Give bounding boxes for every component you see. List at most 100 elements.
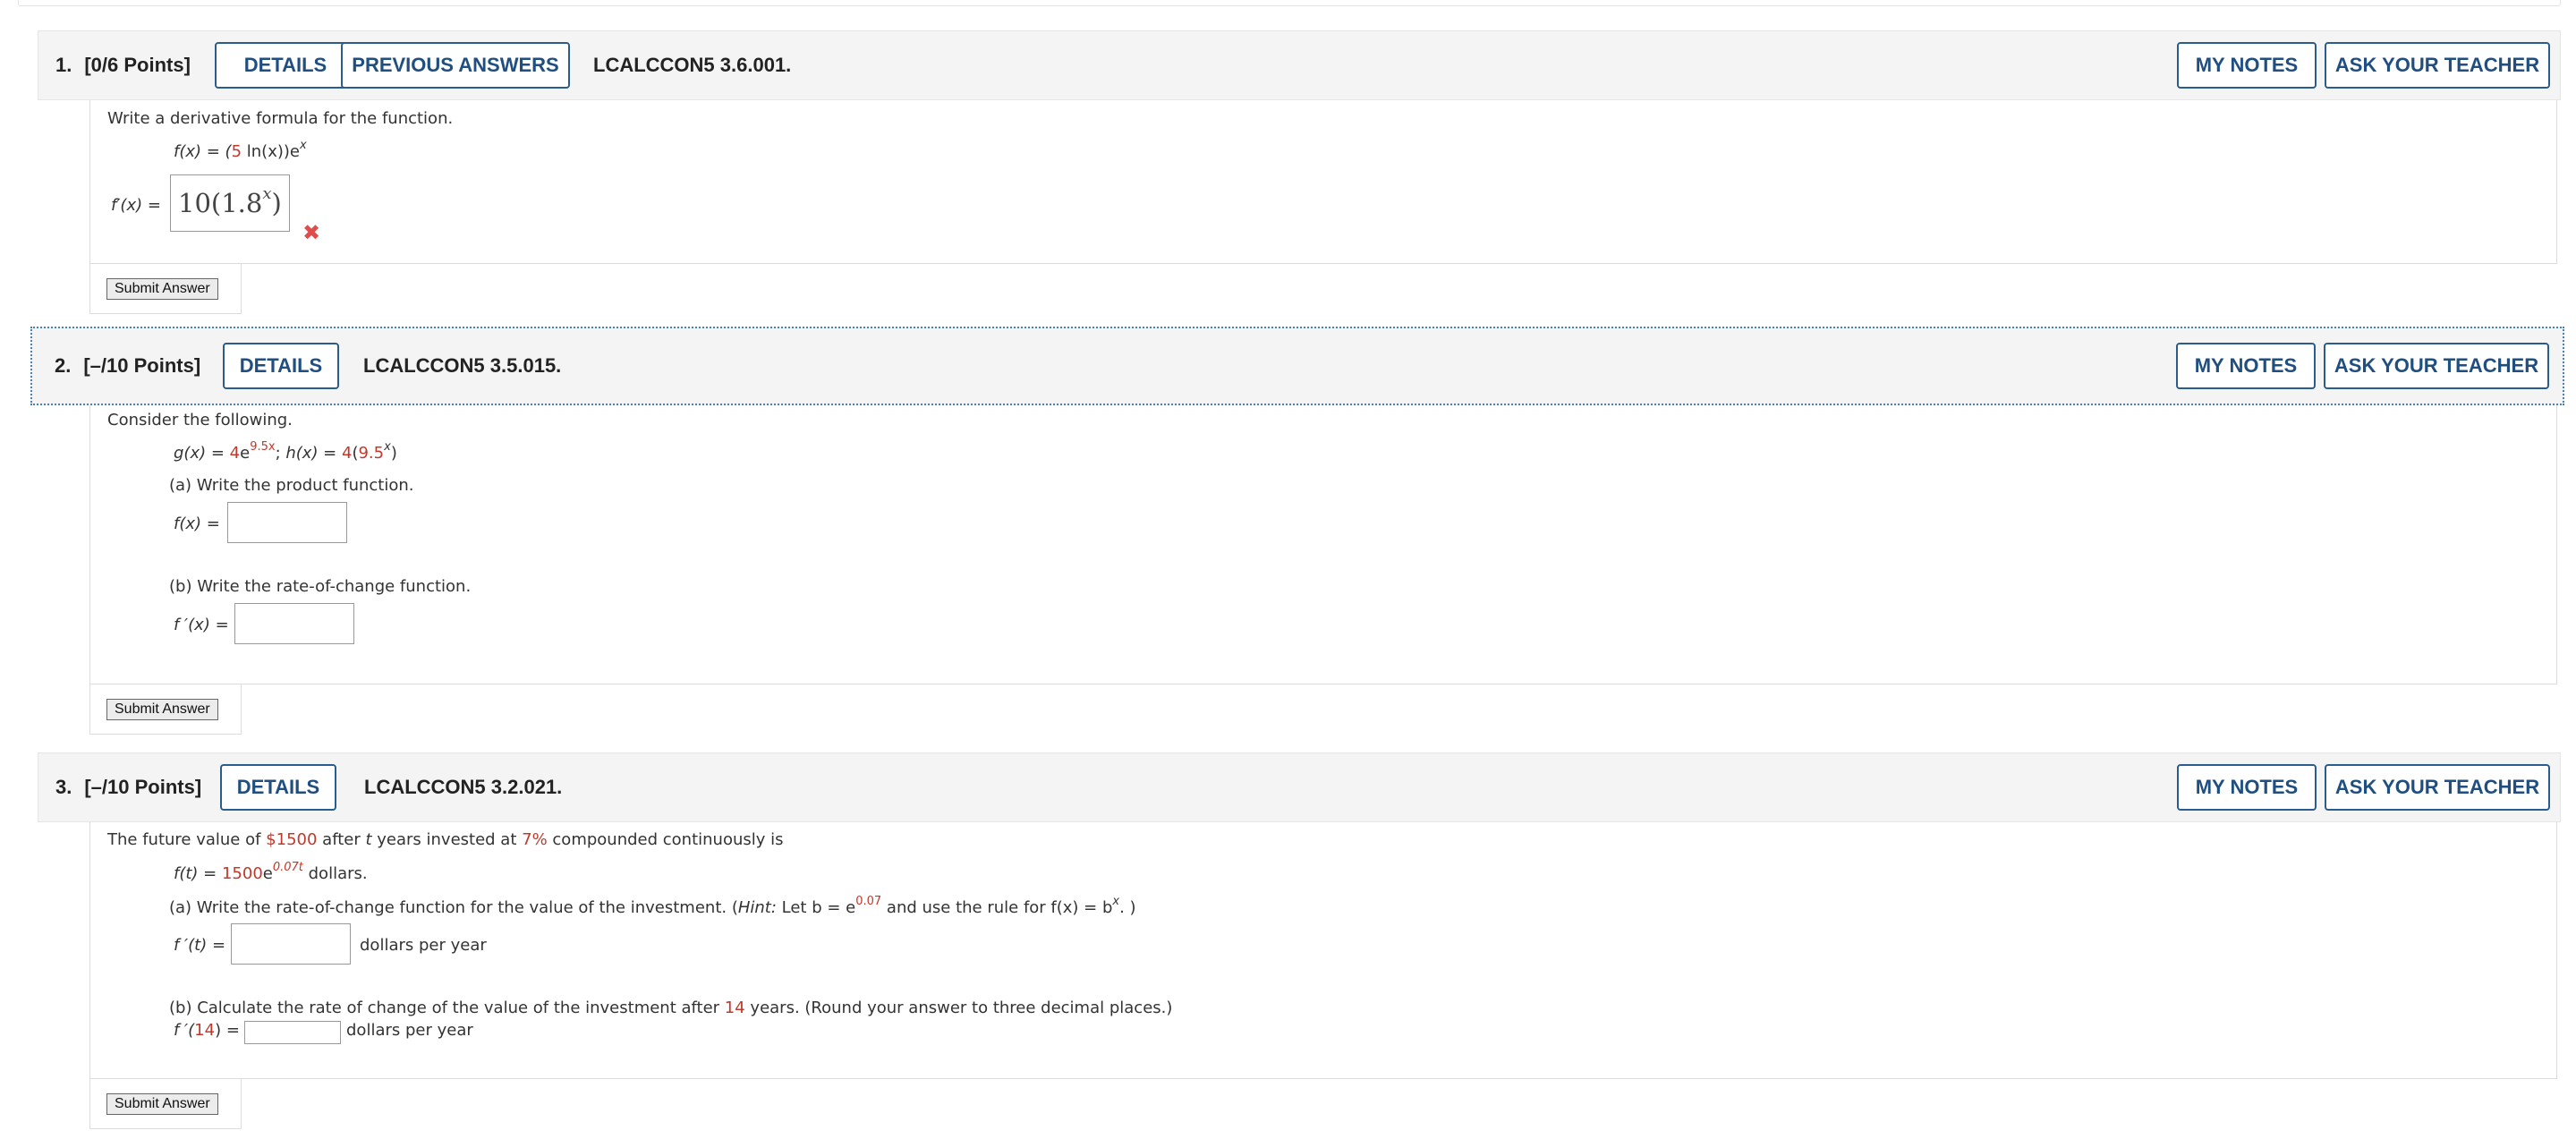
- part-b-label-text: ) =: [215, 1021, 240, 1040]
- question-3-number: 3. [–/10 Points]: [55, 753, 201, 821]
- part-b-prompt: (b) Calculate the rate of change of the …: [169, 999, 1172, 1017]
- amount-value: $1500: [266, 830, 318, 849]
- submit-area: Submit Answer: [89, 264, 242, 314]
- question-code: LCALCCON5 3.5.015.: [363, 354, 562, 377]
- question-2-body: Consider the following. g(x) = 4e9.5x; h…: [89, 405, 2557, 684]
- part-b-input[interactable]: [234, 603, 354, 644]
- part-a-text: (a) Write the rate-of-change function fo…: [169, 898, 738, 917]
- details-button[interactable]: DETAILS: [220, 764, 336, 811]
- previous-section-edge: [18, 0, 2561, 6]
- question-3-body: The future value of $1500 after t years …: [89, 822, 2557, 1079]
- answer-value: 10(1.8: [178, 188, 263, 218]
- prompt-part: after: [317, 830, 366, 849]
- g-base: e: [240, 444, 251, 463]
- answer-close: ): [271, 188, 282, 218]
- details-button[interactable]: DETAILS: [215, 42, 356, 89]
- submit-answer-button[interactable]: Submit Answer: [106, 699, 218, 720]
- hint-exponent: 0.07: [855, 895, 882, 908]
- part-a-units: dollars per year: [360, 936, 487, 955]
- func-exponent: x: [299, 139, 307, 152]
- years-value: 14: [724, 999, 745, 1017]
- details-button[interactable]: DETAILS: [223, 343, 339, 389]
- submit-answer-button[interactable]: Submit Answer: [106, 278, 218, 300]
- h-base: 9.5: [358, 444, 385, 463]
- my-notes-button[interactable]: MY NOTES: [2177, 764, 2317, 811]
- part-a-text: . ): [1119, 898, 1136, 917]
- question-points: [–/10 Points]: [83, 354, 201, 377]
- my-notes-button[interactable]: MY NOTES: [2176, 343, 2316, 389]
- ask-your-teacher-button[interactable]: ASK YOUR TEACHER: [2325, 764, 2550, 811]
- question-2-number: 2. [–/10 Points]: [55, 328, 200, 404]
- part-b-input[interactable]: [244, 1021, 341, 1044]
- f-coefficient: 1500: [221, 864, 263, 883]
- f-base: e: [262, 864, 273, 883]
- f-lhs: f(t) =: [174, 864, 222, 883]
- part-a-text: and use the rule for f(x) = b: [881, 898, 1113, 917]
- function-definitions: g(x) = 4e9.5x; h(x) = 4(9.5x): [174, 441, 397, 463]
- h-coefficient: 4: [342, 444, 353, 463]
- prompt-part: The future value of: [107, 830, 267, 849]
- part-a-label: f ′(t) =: [174, 936, 225, 955]
- part-b-label: f ′(x) =: [174, 616, 229, 634]
- question-2-header: 2. [–/10 Points] DETAILS LCALCCON5 3.5.0…: [30, 327, 2564, 405]
- question-prompt: The future value of $1500 after t years …: [107, 830, 784, 849]
- question-number: 2.: [55, 354, 72, 377]
- function-definition: f(t) = 1500e0.07t dollars.: [174, 862, 368, 883]
- question-1-header: 1. [0/6 Points] DETAILS PREVIOUS ANSWERS…: [38, 30, 2561, 100]
- question-number: 3.: [55, 776, 72, 798]
- function-definition: f(x) = (5 ln(x))ex: [174, 139, 307, 161]
- question-code: LCALCCON5 3.6.001.: [593, 54, 792, 76]
- func-mid: ln(x))e: [242, 142, 300, 161]
- part-b-label-text: f ′(: [174, 1021, 195, 1040]
- part-a-prompt: (a) Write the rate-of-change function fo…: [169, 895, 1136, 917]
- g-coefficient: 4: [229, 444, 241, 463]
- part-b-label-text: f ′(x) =: [174, 616, 229, 634]
- prompt-part: years invested at: [371, 830, 523, 849]
- separator: ;: [275, 444, 286, 463]
- previous-answers-button[interactable]: PREVIOUS ANSWERS: [341, 42, 570, 89]
- hint-word: Hint:: [737, 898, 777, 917]
- submit-area: Submit Answer: [89, 684, 242, 735]
- question-code: LCALCCON5 3.2.021.: [364, 776, 563, 798]
- answer-label-text: f′(x) =: [111, 196, 161, 215]
- part-a-prompt: (a) Write the product function.: [169, 476, 414, 495]
- part-b-label: f ′(14) =: [174, 1021, 240, 1040]
- submit-area: Submit Answer: [89, 1079, 242, 1129]
- ask-your-teacher-button[interactable]: ASK YOUR TEACHER: [2325, 42, 2550, 89]
- rate-value: 7%: [522, 830, 548, 849]
- answer-exponent: x: [262, 184, 272, 203]
- time-variable: t: [365, 830, 372, 849]
- hint-exponent-2: x: [1112, 895, 1120, 908]
- func-lhs: f(x) = (: [174, 142, 232, 161]
- answer-field[interactable]: 10(1.8 x): [170, 174, 290, 232]
- question-1-body: Write a derivative formula for the funct…: [89, 100, 2557, 264]
- ask-your-teacher-button[interactable]: ASK YOUR TEACHER: [2324, 343, 2549, 389]
- part-a-label-text: f ′(t) =: [174, 936, 226, 955]
- func-coefficient: 5: [231, 142, 242, 161]
- question-prompt: Consider the following.: [107, 411, 293, 429]
- submit-answer-button[interactable]: Submit Answer: [106, 1093, 218, 1115]
- question-1-number: 1. [0/6 Points]: [55, 31, 191, 99]
- part-a-text: Let b = e: [776, 898, 856, 917]
- part-b-prompt: (b) Write the rate-of-change function.: [169, 577, 472, 596]
- my-notes-button[interactable]: MY NOTES: [2177, 42, 2317, 89]
- part-b-text: (b) Calculate the rate of change of the …: [169, 999, 725, 1017]
- part-a-label: f(x) =: [174, 514, 220, 533]
- g-lhs: g(x) =: [174, 444, 230, 463]
- h-close: ): [390, 444, 397, 463]
- question-3-header: 3. [–/10 Points] DETAILS LCALCCON5 3.2.0…: [38, 752, 2561, 822]
- question-points: [0/6 Points]: [84, 54, 191, 76]
- part-b-text: years. (Round your answer to three decim…: [744, 999, 1173, 1017]
- part-a-label-text: f(x) =: [174, 514, 220, 533]
- g-exponent: 9.5x: [250, 440, 276, 454]
- prompt-part: compounded continuously is: [547, 830, 784, 849]
- f-units: dollars.: [302, 864, 368, 883]
- h-exponent: x: [384, 440, 391, 454]
- part-a-input[interactable]: [227, 502, 347, 543]
- question-points: [–/10 Points]: [84, 776, 202, 798]
- part-b-label-number: 14: [194, 1021, 216, 1040]
- part-a-input[interactable]: [231, 923, 351, 965]
- question-number: 1.: [55, 54, 72, 76]
- question-prompt: Write a derivative formula for the funct…: [107, 109, 454, 128]
- h-lhs: h(x) =: [285, 444, 342, 463]
